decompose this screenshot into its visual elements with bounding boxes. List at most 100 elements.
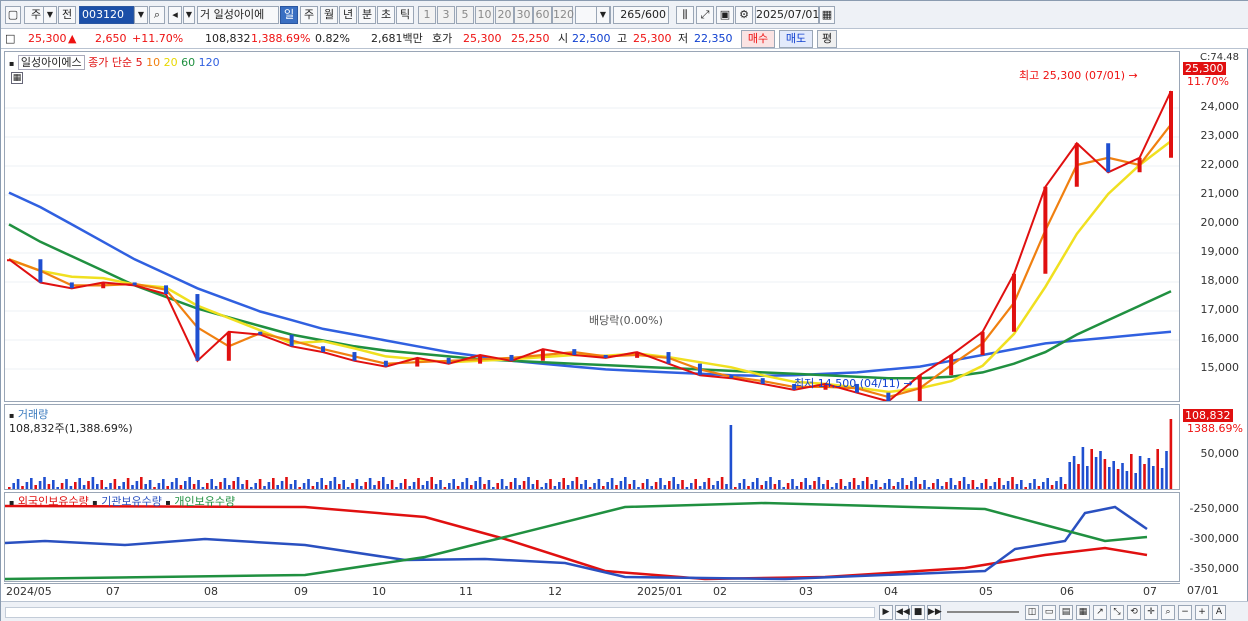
pan-icon[interactable]: ◫ (1025, 605, 1039, 620)
play-icon[interactable]: ▶ (879, 605, 893, 620)
stock-name-field[interactable]: 거 일성아이에 (197, 6, 279, 24)
period-tick[interactable]: 틱 (396, 6, 414, 24)
volume-bar (844, 486, 847, 489)
custom-interval-dropdown-icon[interactable]: ▼ (596, 6, 610, 24)
speaker-dropdown-icon[interactable]: ▼ (183, 6, 195, 24)
volume-bar (140, 477, 143, 489)
volume-bar (91, 477, 95, 489)
rewind-icon[interactable]: ◀◀ (895, 605, 910, 620)
trend-tool-icon[interactable]: ↗ (1093, 605, 1107, 620)
interval-60[interactable]: 60 (533, 6, 552, 24)
volume-bar (668, 481, 671, 489)
volume-bar (650, 486, 653, 489)
forward-icon[interactable]: ▶▶ (927, 605, 942, 620)
settings-square-icon[interactable]: □ (5, 29, 15, 48)
volume-pane[interactable]: ▪ 거래량 108,832주(1,388.69%) (4, 404, 1180, 490)
x-tick: 12 (548, 585, 562, 598)
toolbar: ▢ 주 ▼ 전 003120 ▼ ⌕ ◂ ▼ 거 일성아이에 일 주 월 년 분… (1, 1, 1248, 29)
prev-button[interactable]: 전 (58, 6, 76, 24)
interval-120[interactable]: 120 (552, 6, 574, 24)
period-second[interactable]: 초 (377, 6, 395, 24)
x-tick: 2025/01 (637, 585, 683, 598)
save-icon[interactable]: ▣ (716, 6, 734, 24)
volume-bar (615, 485, 618, 489)
table-toggle-icon[interactable]: ▦ (11, 72, 23, 84)
volume-bar (280, 481, 284, 489)
sell-button[interactable]: 매도 (779, 30, 813, 48)
candle (38, 259, 43, 283)
split-icon[interactable]: ▤ (1059, 605, 1073, 620)
interval-30[interactable]: 30 (514, 6, 533, 24)
low-annotation-text: 최저 14,500 (04/11) (794, 377, 901, 390)
y-tick: 23,000 (1200, 129, 1240, 142)
volume-bar (918, 484, 922, 489)
candle-type-icon[interactable]: ⫼ (676, 6, 694, 24)
volume-bar (109, 483, 112, 489)
price-change: 2,650 (95, 32, 127, 45)
layout-icon[interactable]: ▢ (5, 6, 21, 24)
holdings-pane[interactable]: ▪ 외국인보유수량 ▪ 기관보유수량 ▪ 개인보유수량 (4, 492, 1180, 582)
period-minute[interactable]: 분 (358, 6, 376, 24)
volume-bar (122, 482, 125, 489)
search-icon[interactable]: ⌕ (149, 6, 165, 24)
search-icon[interactable]: ⌕ (1161, 605, 1175, 620)
volume-bar (175, 478, 178, 489)
volume-bar (628, 484, 631, 489)
foreign-holdings-line (5, 504, 1148, 581)
draw-tool-icon[interactable]: ⤢ (696, 6, 714, 24)
candle (226, 331, 231, 361)
volume-bar (1028, 483, 1032, 489)
count-max: /600 (641, 8, 666, 21)
price-pane[interactable]: ▪ 일성아이에스 종가 단순 5 10 20 60 120 ▦ 최고 25,30… (4, 51, 1180, 402)
interval-5[interactable]: 5 (456, 6, 474, 24)
speaker-icon[interactable]: ◂ (168, 6, 182, 24)
open-label: 시 (558, 32, 569, 45)
price-chart-svg (5, 90, 1179, 401)
candle (1137, 157, 1142, 173)
period-week[interactable]: 주 (300, 6, 318, 24)
volume-bar (1156, 449, 1159, 489)
volume-bar (263, 486, 266, 489)
volume-bar (518, 485, 521, 489)
candle (949, 354, 954, 376)
period-month[interactable]: 월 (320, 6, 338, 24)
count-field[interactable]: 265/600 (613, 6, 669, 24)
zoom-slider[interactable] (947, 611, 1019, 613)
code-dropdown-icon[interactable]: ▼ (134, 6, 148, 24)
interval-3[interactable]: 3 (437, 6, 455, 24)
volume-bar (395, 487, 398, 489)
zoom-in-icon[interactable]: + (1195, 605, 1209, 620)
interval-10[interactable]: 10 (475, 6, 494, 24)
y-tick: 17,000 (1200, 303, 1240, 316)
volume-bar (448, 483, 451, 489)
eval-button[interactable]: 평 (817, 30, 837, 48)
interval-20[interactable]: 20 (495, 6, 514, 24)
market-dropdown-icon[interactable]: ▼ (43, 6, 57, 24)
auto-scale-icon[interactable]: A (1212, 605, 1226, 620)
layout-tile-icon[interactable]: ▦ (1076, 605, 1090, 620)
buy-button[interactable]: 매수 (741, 30, 775, 48)
stock-code-input[interactable]: 003120 (79, 6, 134, 24)
volume-bar (289, 484, 293, 489)
volume-bar (509, 482, 513, 489)
volume-bar (685, 487, 689, 489)
date-field[interactable]: 2025/07/01 (755, 6, 819, 24)
interval-1[interactable]: 1 (418, 6, 436, 24)
zoom-out-icon[interactable]: − (1178, 605, 1192, 620)
volume-bar (148, 480, 152, 489)
zoom-fit-icon[interactable]: ⤡ (1110, 605, 1124, 620)
y-tick: -300,000 (1189, 532, 1239, 545)
crosshair-icon[interactable]: ✛ (1144, 605, 1158, 620)
calendar-icon[interactable]: ▦ (819, 6, 835, 24)
period-day[interactable]: 일 (280, 6, 298, 24)
window-icon[interactable]: ▭ (1042, 605, 1056, 620)
volume-bar (267, 482, 271, 489)
volume-bar (1037, 486, 1041, 489)
stop-icon[interactable]: ■ (911, 605, 925, 620)
gear-icon[interactable]: ⚙ (735, 6, 753, 24)
volume-ratio: 1,388.69% (251, 32, 311, 45)
volume-bar (47, 484, 51, 489)
period-year[interactable]: 년 (339, 6, 357, 24)
reset-icon[interactable]: ⟲ (1127, 605, 1141, 620)
scroll-track[interactable] (5, 607, 875, 618)
